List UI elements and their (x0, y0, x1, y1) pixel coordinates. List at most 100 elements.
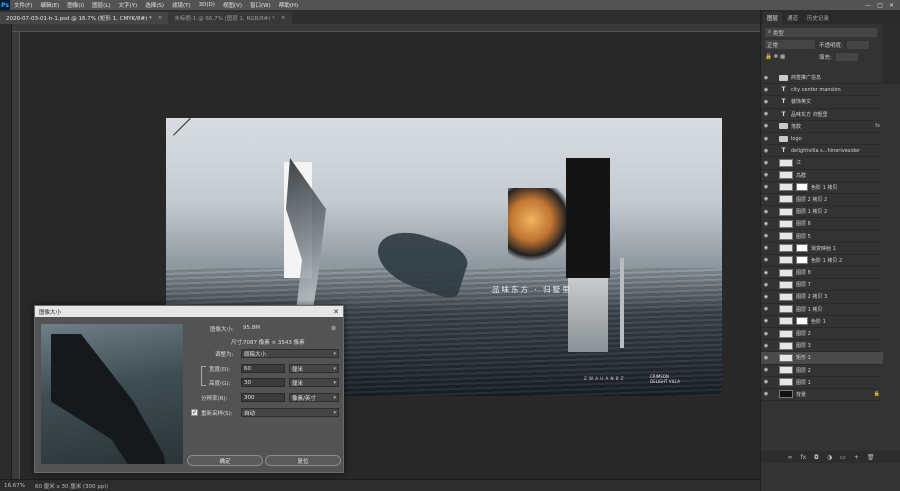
eye-icon[interactable]: ◉ (761, 379, 771, 385)
blend-mode-select[interactable]: 正常 (765, 40, 815, 49)
link-constrain-icon[interactable] (201, 366, 206, 386)
layer-row[interactable]: ◉ Tdelightvilla s...hinerivesider (761, 145, 883, 158)
height-unit-select[interactable]: 厘米 ▾ (289, 378, 339, 387)
adjustment-icon[interactable]: ◑ (827, 454, 832, 461)
eye-icon[interactable]: ◉ (761, 257, 771, 263)
lock-icons[interactable]: 🔒 ✥ ▦ (765, 54, 815, 60)
resolution-input[interactable]: 300 (241, 393, 285, 402)
tab-document-2[interactable]: 未标题-1 @ 66.7% (图层 1, RGB/8#) * × (168, 12, 292, 24)
eye-icon[interactable]: ◉ (761, 343, 771, 349)
menu-image[interactable]: 图像(I) (63, 1, 88, 9)
menu-edit[interactable]: 编辑(E) (36, 1, 63, 9)
eye-icon[interactable]: ◉ (761, 148, 771, 154)
layer-row[interactable]: ◉ T 装饰英文 (761, 96, 883, 109)
layer-row[interactable]: ◉ 图层 3 (761, 340, 883, 353)
zoom-level[interactable]: 16.67% (4, 483, 25, 489)
fill-input[interactable] (835, 52, 858, 61)
width-unit-select[interactable]: 厘米 ▾ (289, 364, 339, 373)
trash-icon[interactable]: 🗑 (867, 454, 875, 461)
resample-checkbox[interactable]: ✓ (191, 409, 198, 416)
tools-panel[interactable] (0, 24, 12, 479)
eye-icon[interactable]: ◉ (761, 270, 771, 276)
eye-icon[interactable]: ◉ (761, 123, 771, 129)
add-mask-icon[interactable]: ◘ (814, 454, 819, 461)
layer-mask-thumbnail[interactable] (796, 256, 808, 265)
minimize-icon[interactable]: — (865, 2, 871, 9)
eye-icon[interactable]: ◉ (761, 318, 771, 324)
layer-row[interactable]: ◉ logo (761, 133, 883, 146)
tab-layers[interactable]: 图层 (763, 12, 783, 24)
document-info[interactable]: 60 厘米 x 30 厘米 (300 ppi) (35, 482, 108, 490)
menu-view[interactable]: 视图(V) (219, 1, 246, 9)
layer-row[interactable]: ◉ 色阶 1 (761, 316, 883, 328)
horizontal-ruler[interactable] (12, 24, 760, 32)
eye-icon[interactable]: ◉ (761, 87, 771, 93)
layer-row[interactable]: ◉ 图层 7 (761, 279, 883, 292)
layer-row[interactable]: ◉ 图层 1 (761, 377, 883, 389)
close-icon[interactable]: ✕ (889, 2, 894, 9)
eye-icon[interactable]: ◉ (761, 391, 771, 397)
menu-filter[interactable]: 滤镜(T) (168, 1, 195, 9)
layer-row[interactable]: ◉ 图层 1 拷贝 2 (761, 206, 883, 219)
layer-row[interactable]: ◉ 鸟群 (761, 170, 883, 182)
eye-icon[interactable]: ◉ (761, 331, 771, 337)
gear-icon[interactable]: ⚙ (331, 325, 336, 332)
opacity-input[interactable] (846, 40, 869, 49)
layer-row[interactable]: ◉ 图层 1 拷贝 (761, 304, 883, 316)
dialog-close-icon[interactable]: ✕ (333, 308, 343, 316)
tab-document-1[interactable]: 2020-07-03-01-h-1.psd @ 16.7% (矩形 1, CMY… (0, 12, 169, 24)
menu-3d[interactable]: 3D(D) (195, 2, 219, 8)
vertical-ruler[interactable] (12, 32, 20, 479)
eye-icon[interactable]: ◉ (761, 196, 771, 202)
eye-icon[interactable]: ◉ (761, 306, 771, 312)
layer-row[interactable]: ◉ 图层 8 (761, 267, 883, 280)
eye-icon[interactable]: ◉ (761, 221, 771, 227)
fit-to-select[interactable]: 原稿大小 ▾ (241, 349, 339, 358)
eye-icon[interactable]: ◉ (761, 294, 771, 300)
eye-icon[interactable]: ◉ (761, 184, 771, 190)
panel-dock-icons[interactable] (882, 24, 900, 84)
eye-icon[interactable]: ◉ (761, 136, 771, 142)
eye-icon[interactable]: ◉ (761, 99, 771, 105)
layer-row[interactable]: ◉ 图层 2 拷贝 3 (761, 291, 883, 304)
layer-row[interactable]: ◉ 江 (761, 157, 883, 170)
maximize-icon[interactable]: □ (877, 2, 883, 9)
menu-help[interactable]: 帮助(H) (275, 1, 302, 9)
menu-type[interactable]: 文字(Y) (115, 1, 142, 9)
layer-row[interactable]: ◉ 图层 2 (761, 365, 883, 377)
dialog-titlebar[interactable]: 图像大小 ✕ (35, 306, 343, 317)
layer-mask-thumbnail[interactable] (796, 183, 808, 192)
resample-select[interactable]: 自动 ▾ (241, 408, 339, 417)
eye-icon[interactable]: ◉ (761, 282, 771, 288)
eye-icon[interactable]: ◉ (761, 111, 771, 117)
layer-row[interactable]: ◉ Tcity center mansion (761, 84, 883, 97)
new-layer-icon[interactable]: + (854, 454, 859, 461)
layer-row[interactable]: ◉ 图层 6 (761, 218, 883, 231)
layer-filter[interactable]: ⌕ 类型 (765, 28, 877, 37)
layer-list[interactable]: ◉ 商签推广信息 ◉ Tcity center mansion ◉ T 装饰英文 ◉ T 品味东方… (761, 72, 883, 402)
width-input[interactable]: 60 (241, 364, 285, 373)
layer-row[interactable]: ◉ 色阶 1 拷贝 2 (761, 255, 883, 267)
eye-icon[interactable]: ◉ (761, 233, 771, 239)
eye-icon[interactable]: ◉ (761, 355, 771, 361)
eye-icon[interactable]: ◉ (761, 172, 771, 178)
layer-row[interactable]: ◉ 背景 🔒 (761, 389, 883, 402)
eye-icon[interactable]: ◉ (761, 367, 771, 373)
eye-icon[interactable]: ◉ (761, 209, 771, 215)
menu-layer[interactable]: 图层(L) (88, 1, 114, 9)
resolution-unit-select[interactable]: 像素/英寸 ▾ (289, 393, 339, 402)
reset-button[interactable]: 复位 (265, 455, 341, 466)
add-style-icon[interactable]: fx (801, 454, 807, 461)
height-input[interactable]: 30 (241, 378, 285, 387)
menu-window[interactable]: 窗口(W) (246, 1, 275, 9)
layer-row[interactable]: ◉ 色阶 1 拷贝 (761, 182, 883, 194)
image-preview[interactable] (41, 324, 183, 464)
eye-icon[interactable]: ◉ (761, 75, 771, 81)
tab-close-icon[interactable]: × (158, 15, 163, 21)
menu-file[interactable]: 文件(F) (10, 1, 36, 9)
eye-icon[interactable]: ◉ (761, 245, 771, 251)
layer-row[interactable]: ◉ 落款 fx (761, 121, 883, 133)
tab-channels[interactable]: 通道 (783, 12, 802, 24)
layer-row[interactable]: ◉ 图层 5 (761, 230, 883, 243)
tab-close-icon[interactable]: × (281, 15, 286, 21)
